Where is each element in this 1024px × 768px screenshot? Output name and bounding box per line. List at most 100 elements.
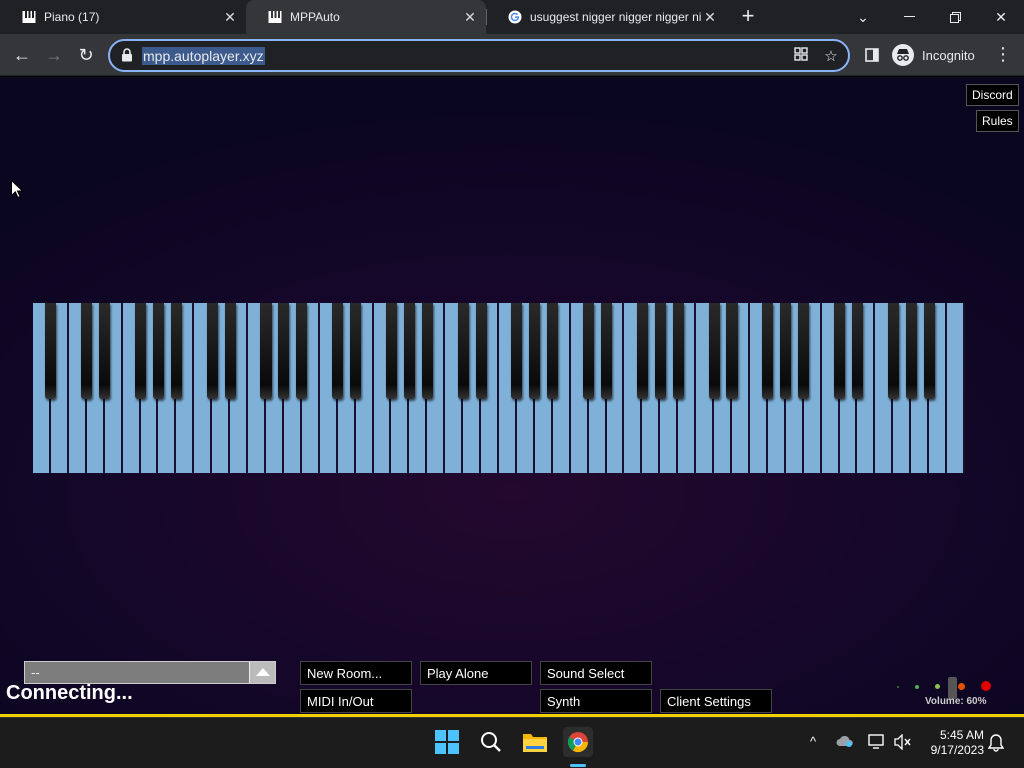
piano-black-key[interactable] bbox=[583, 303, 595, 399]
address-bar[interactable]: mpp.autoplayer.xyz ☆ bbox=[108, 39, 850, 72]
piano-black-key[interactable] bbox=[798, 303, 810, 399]
piano-black-key[interactable] bbox=[923, 303, 935, 399]
close-tab-icon[interactable]: ✕ bbox=[702, 9, 718, 26]
new-tab-button[interactable]: + bbox=[736, 5, 760, 29]
synth-button[interactable]: Synth bbox=[540, 689, 652, 713]
piano-icon bbox=[22, 10, 36, 24]
piano-black-key[interactable] bbox=[403, 303, 415, 399]
piano-page: Discord Rules -- Connecting... New Room.… bbox=[0, 77, 1024, 717]
file-explorer-icon[interactable] bbox=[520, 727, 550, 757]
piano-black-key[interactable] bbox=[780, 303, 792, 399]
piano-keyboard[interactable] bbox=[33, 303, 965, 473]
close-tab-icon[interactable]: ✕ bbox=[462, 9, 478, 26]
piano-black-key[interactable] bbox=[421, 303, 433, 399]
piano-black-key[interactable] bbox=[457, 303, 469, 399]
play-alone-button[interactable]: Play Alone bbox=[420, 661, 532, 685]
volume-meter-dot bbox=[935, 684, 940, 689]
bookmark-star-icon[interactable]: ☆ bbox=[822, 47, 840, 65]
restore-icon[interactable] bbox=[932, 0, 978, 34]
reload-icon[interactable]: ↻ bbox=[72, 41, 100, 69]
piano-black-key[interactable] bbox=[475, 303, 487, 399]
piano-black-key[interactable] bbox=[134, 303, 147, 399]
lock-icon bbox=[121, 48, 133, 62]
chevron-up-icon[interactable] bbox=[249, 662, 275, 683]
tab-google-search[interactable]: usuggest nigger nigger nigger ni ✕ bbox=[486, 0, 726, 34]
piano-black-key[interactable] bbox=[529, 303, 541, 399]
piano-black-key[interactable] bbox=[762, 303, 774, 399]
chrome-icon[interactable] bbox=[563, 727, 593, 757]
tab-title: Piano (17) bbox=[44, 10, 100, 24]
clock-time: 5:45 AM bbox=[939, 728, 984, 742]
new-room-button[interactable]: New Room... bbox=[300, 661, 412, 685]
piano-black-key[interactable] bbox=[600, 303, 613, 399]
chevron-up-icon[interactable]: ^ bbox=[803, 734, 823, 754]
tab-search-icon[interactable]: ⌄ bbox=[840, 0, 886, 34]
notification-bell-icon[interactable] bbox=[986, 734, 1006, 754]
mouse-cursor-icon bbox=[11, 180, 23, 198]
browser-menu-icon[interactable]: ⋮ bbox=[994, 42, 1012, 68]
piano-black-key[interactable] bbox=[350, 303, 362, 399]
piano-black-key[interactable] bbox=[332, 303, 344, 399]
volume-meter-dot bbox=[897, 686, 899, 688]
piano-black-key[interactable] bbox=[152, 303, 164, 399]
close-tab-icon[interactable]: ✕ bbox=[222, 9, 238, 26]
forward-icon[interactable]: → bbox=[40, 41, 68, 69]
sound-select-button[interactable]: Sound Select bbox=[540, 661, 652, 685]
piano-black-key[interactable] bbox=[726, 303, 738, 399]
incognito-label: Incognito bbox=[922, 47, 975, 63]
piano-black-key[interactable] bbox=[851, 303, 863, 399]
piano-black-key[interactable] bbox=[905, 303, 917, 399]
tab-strip: Piano (17) ✕ MPPAuto ✕ usuggest nigger n… bbox=[0, 0, 1024, 34]
room-select-value: -- bbox=[31, 665, 40, 680]
piano-black-key[interactable] bbox=[224, 303, 236, 399]
rules-button[interactable]: Rules bbox=[976, 110, 1019, 132]
tab-mppauto[interactable]: MPPAuto ✕ bbox=[246, 0, 486, 34]
network-icon[interactable] bbox=[867, 734, 887, 754]
browser-toolbar: ← → ↻ mpp.autoplayer.xyz ☆ Incognito ⋮ bbox=[0, 34, 1024, 76]
piano-black-key[interactable] bbox=[99, 303, 111, 399]
search-icon[interactable] bbox=[476, 727, 506, 757]
piano-black-key[interactable] bbox=[278, 303, 290, 399]
minimize-icon[interactable] bbox=[886, 0, 932, 34]
speaker-muted-icon[interactable] bbox=[893, 733, 913, 754]
url-text[interactable]: mpp.autoplayer.xyz bbox=[142, 47, 265, 65]
system-clock[interactable]: 5:45 AM 9/17/2023 bbox=[922, 728, 984, 758]
piano-black-key[interactable] bbox=[81, 303, 93, 399]
incognito-icon bbox=[892, 44, 914, 66]
discord-button[interactable]: Discord bbox=[966, 84, 1019, 106]
piano-black-key[interactable] bbox=[833, 303, 846, 399]
volume-meter-dot bbox=[958, 683, 965, 690]
piano-black-key[interactable] bbox=[547, 303, 559, 399]
side-panel-icon[interactable] bbox=[858, 41, 886, 69]
piano-black-key[interactable] bbox=[654, 303, 666, 399]
onedrive-icon[interactable] bbox=[835, 734, 855, 754]
windows-start-icon[interactable] bbox=[432, 727, 462, 757]
clock-date: 9/17/2023 bbox=[930, 743, 984, 757]
client-settings-button[interactable]: Client Settings bbox=[660, 689, 772, 713]
active-app-indicator bbox=[570, 764, 586, 767]
close-window-icon[interactable]: ✕ bbox=[978, 0, 1024, 34]
volume-meter-dot bbox=[981, 681, 991, 691]
piano-black-key[interactable] bbox=[170, 303, 182, 399]
volume-meter-dot bbox=[915, 685, 919, 689]
back-icon[interactable]: ← bbox=[8, 41, 36, 69]
midi-button[interactable]: MIDI In/Out bbox=[300, 689, 412, 713]
piano-black-key[interactable] bbox=[708, 303, 720, 399]
google-icon bbox=[508, 10, 522, 24]
install-app-icon[interactable] bbox=[792, 47, 810, 65]
piano-black-key[interactable] bbox=[511, 303, 523, 399]
piano-white-key[interactable] bbox=[947, 303, 965, 473]
tab-title: usuggest nigger nigger nigger ni bbox=[530, 10, 702, 24]
piano-black-key[interactable] bbox=[260, 303, 272, 399]
piano-black-key[interactable] bbox=[296, 303, 308, 399]
tab-piano[interactable]: Piano (17) ✕ bbox=[0, 0, 246, 34]
piano-black-key[interactable] bbox=[636, 303, 648, 399]
incognito-indicator[interactable]: Incognito bbox=[892, 42, 975, 68]
piano-black-key[interactable] bbox=[887, 303, 899, 399]
piano-black-key[interactable] bbox=[206, 303, 218, 399]
piano-black-key[interactable] bbox=[385, 303, 397, 399]
taskbar: ^ 5:45 AM 9/17/2023 bbox=[0, 717, 1024, 768]
piano-black-key[interactable] bbox=[672, 303, 684, 399]
room-select[interactable]: -- bbox=[24, 661, 276, 684]
piano-black-key[interactable] bbox=[45, 303, 57, 399]
